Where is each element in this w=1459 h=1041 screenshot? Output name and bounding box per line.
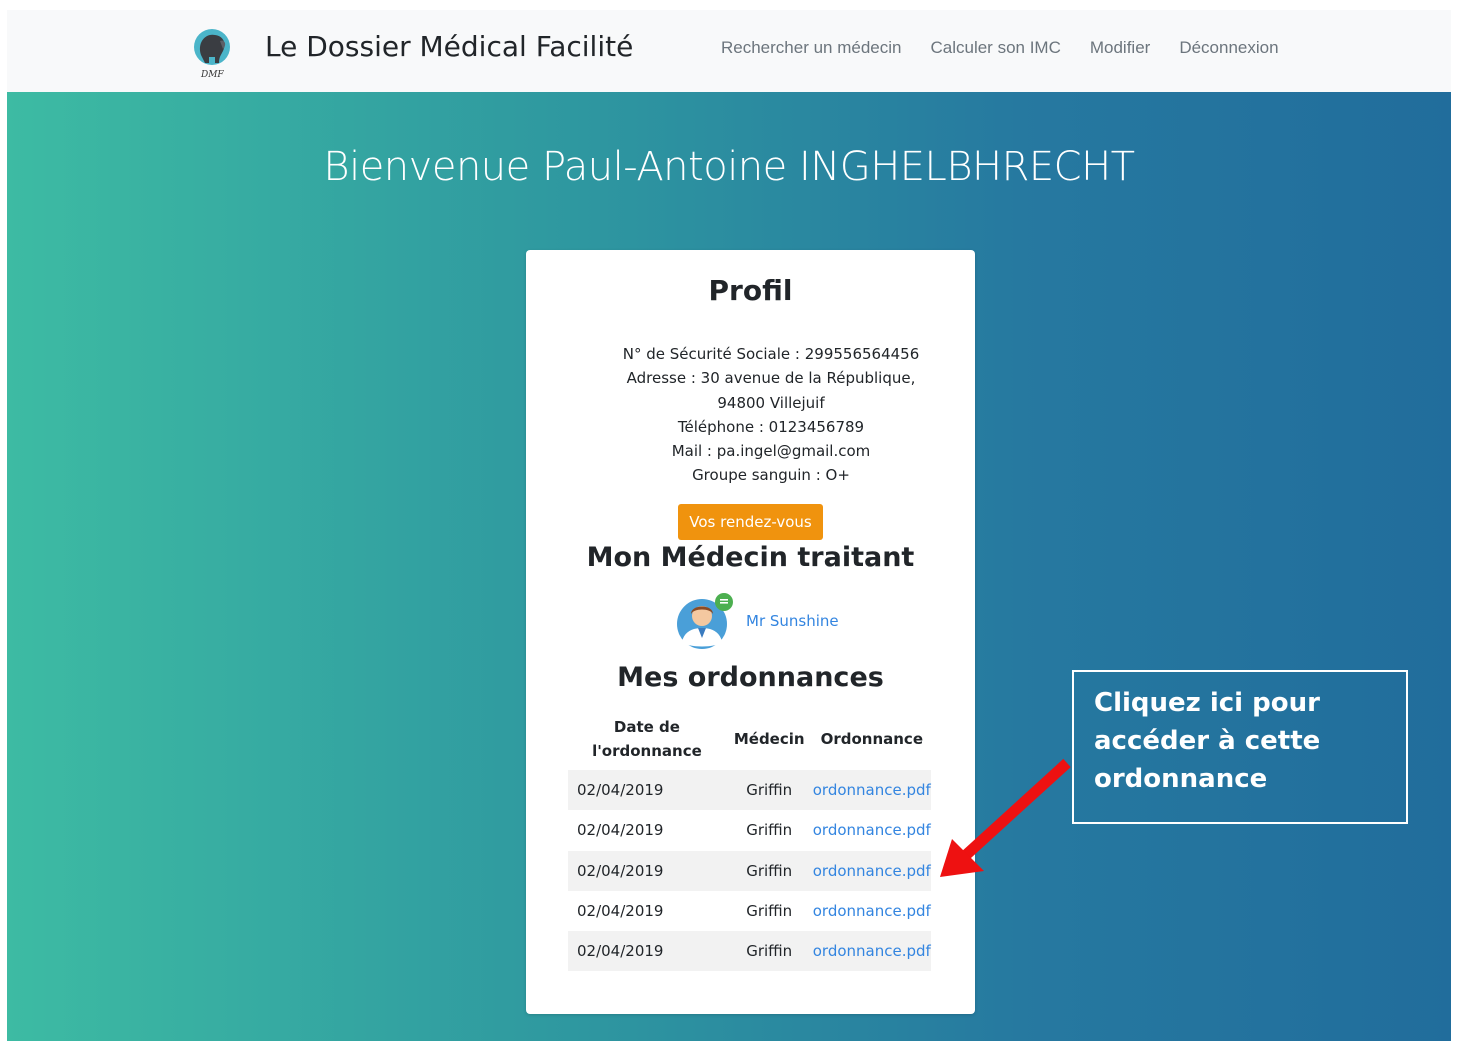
doctor-entry: Mr Sunshine [676,592,839,650]
phone: Téléphone : 0123456789 [677,417,865,436]
row-date: 02/04/2019 [568,770,726,811]
table-row: 02/04/2019 Griffin ordonnance.pdf [568,931,931,972]
annotation-callout: Cliquez ici pour accéder à cette ordonna… [1072,670,1408,824]
table-header-row: Date de l'ordonnance Médecin Ordonnance [568,708,931,770]
ordonnance-pdf-link[interactable]: ordonnance.pdf [812,850,931,891]
row-medecin: Griffin [746,902,793,921]
profile-card: Profil N° de Sécurité Sociale : 29955656… [526,250,975,1014]
row-medecin: Griffin [725,931,813,972]
email: Mail : pa.ingel@gmail.com [671,442,871,461]
nav-links: Rechercher un médecin Calculer son IMC M… [721,38,1308,58]
row-medecin: Griffin [725,770,813,811]
table-row: 02/04/2019 Griffin ordonnance.pdf [568,850,931,891]
ordonnances-heading: Mes ordonnances [617,662,884,693]
ordonnance-pdf-link[interactable]: ordonnance.pdf [813,891,931,931]
row-medecin: Griffin [746,821,793,840]
col-date-header: Date de l'ordonnance [592,718,702,760]
nav-link-calculer-imc[interactable]: Calculer son IMC [930,38,1060,58]
row-date: 02/04/2019 [577,821,664,840]
ordonnance-pdf-link[interactable]: ordonnance.pdf [812,931,931,972]
welcome-heading: Bienvenue Paul-Antoine INGHELBHRECHT [323,144,1135,190]
col-ordonnance-header: Ordonnance [820,730,923,748]
nav-link-rechercher-medecin[interactable]: Rechercher un médecin [721,38,901,58]
row-date: 02/04/2019 [568,850,726,891]
app-frame: DMF Le Dossier Médical Facilité Recherch… [7,10,1451,1041]
secu-number: N° de Sécurité Sociale : 299556564456 [622,345,920,363]
table-row: 02/04/2019 Griffin ordonnance.pdf [568,770,931,811]
nav-link-modifier[interactable]: Modifier [1090,38,1150,58]
blood-group: Groupe sanguin : O+ [692,466,850,485]
annotation-arrow-icon [940,758,1071,877]
navbar: DMF Le Dossier Médical Facilité Recherch… [7,10,1451,92]
nav-link-deconnexion[interactable]: Déconnexion [1179,38,1278,58]
ordonnance-pdf-link[interactable]: ordonnance.pdf [812,770,931,811]
medecin-traitant-heading: Mon Médecin traitant [586,542,915,573]
doctor-name-link[interactable]: Mr Sunshine [746,612,839,630]
address: Adresse : 30 avenue de la République, 94… [626,369,916,412]
rendez-vous-button[interactable]: Vos rendez-vous [678,504,823,540]
hero-section: Bienvenue Paul-Antoine INGHELBHRECHT Pro… [7,92,1451,1041]
table-row: 02/04/2019 Griffin ordonnance.pdf [568,891,931,931]
profil-heading: Profil [708,274,793,307]
table-row: 02/04/2019 Griffin ordonnance.pdf [568,810,931,850]
row-date: 02/04/2019 [577,902,664,921]
elephant-logo-icon[interactable]: DMF [187,25,235,81]
row-date: 02/04/2019 [568,931,726,972]
ordonnances-table: Date de l'ordonnance Médecin Ordonnance … [568,708,931,972]
brand-title[interactable]: Le Dossier Médical Facilité [265,30,633,63]
svg-text:DMF: DMF [200,70,224,80]
col-medecin-header: Médecin [733,730,805,748]
row-medecin: Griffin [725,850,813,891]
doctor-avatar-icon [677,593,733,649]
ordonnance-pdf-link[interactable]: ordonnance.pdf [813,810,931,850]
profile-info: N° de Sécurité Sociale : 299556564456 Ad… [526,342,1016,488]
